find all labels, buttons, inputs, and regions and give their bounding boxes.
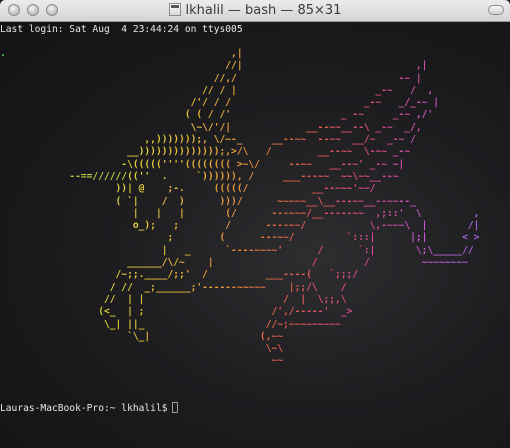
terminal-icon — [168, 3, 181, 16]
title-bar[interactable]: lkhalil — bash — 85×31 — [0, 0, 510, 22]
text-cursor — [171, 402, 178, 413]
terminal-content[interactable]: Last login: Sat Aug 4 23:44:24 on ttys00… — [0, 22, 510, 448]
window-title-container: lkhalil — bash — 85×31 — [0, 3, 510, 18]
terminal-window: lkhalil — bash — 85×31 Last login: Sat A… — [0, 0, 510, 448]
toolbar-toggle-button[interactable] — [488, 5, 504, 15]
ascii-art-pegasus: . ,| //| ,| //,/ -~ | // / | _-~ / , /'/… — [0, 48, 480, 367]
shell-prompt-line[interactable]: Lauras-MacBook-Pro:~ lkhalil$ — [0, 402, 178, 415]
window-title: lkhalil — bash — 85×31 — [185, 3, 342, 18]
login-line: Last login: Sat Aug 4 23:44:24 on ttys00… — [0, 24, 243, 35]
shell-prompt: Lauras-MacBook-Pro:~ lkhalil$ — [0, 403, 168, 414]
